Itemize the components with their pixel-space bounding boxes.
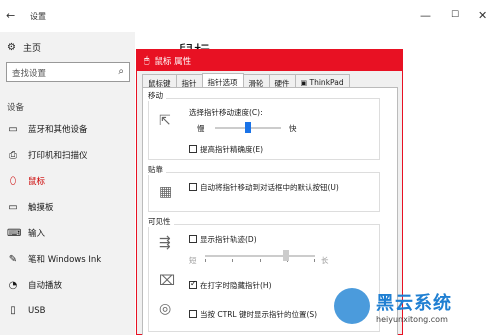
sidebar-item-printers[interactable]: ⎙ 打印机和扫描仪: [7, 149, 88, 162]
enhance-precision-checkbox[interactable]: [189, 145, 197, 153]
snap-to-label: 自动将指针移动到对话框中的默认按钮(U): [200, 183, 339, 192]
snap-to-option[interactable]: 自动将指针移动到对话框中的默认按钮(U): [189, 182, 339, 193]
show-location-option[interactable]: 当按 CTRL 键时显示指针的位置(S): [189, 309, 317, 320]
speed-label: 选择指针移动速度(C):: [189, 108, 263, 117]
pointer-trails-option[interactable]: 显示指针轨迹(D): [189, 234, 257, 245]
show-location-checkbox[interactable]: [189, 310, 197, 318]
visibility-group-label: 可见性: [148, 216, 174, 227]
watermark-url: heiyunxitong.com: [376, 314, 448, 324]
sidebar-item-autoplay[interactable]: ◔ 自动播放: [7, 279, 63, 292]
bluetooth-devices-icon: ▭: [8, 123, 18, 135]
short-label: 短: [189, 256, 197, 265]
usb-icon: ▯: [10, 305, 16, 316]
search-placeholder: 查找设置: [12, 69, 47, 79]
slow-label: 慢: [197, 124, 205, 133]
keyboard-icon: ⌨: [7, 227, 22, 239]
back-icon[interactable]: ←: [6, 9, 15, 22]
autoplay-icon: ◔: [8, 279, 18, 291]
section-label-devices: 设备: [7, 103, 25, 113]
show-location-icon: ◎: [159, 301, 172, 317]
maximize-button[interactable]: ☐: [451, 10, 459, 20]
show-location-label: 当按 CTRL 键时显示指针的位置(S): [200, 310, 318, 319]
pointer-trails-checkbox[interactable]: [189, 235, 197, 243]
dialog-title: 鼠标 属性: [154, 56, 192, 67]
slider-tick: [314, 259, 315, 262]
slider-thumb[interactable]: [283, 250, 289, 261]
touchpad-icon: ▭: [8, 201, 18, 213]
sidebar-item-mouse[interactable]: ⬯ 鼠标: [7, 175, 46, 188]
pointer-trails-slider[interactable]: [205, 250, 315, 262]
sidebar-item-label: 自动播放: [28, 281, 63, 291]
motion-group: 移动 ⇱ 选择指针移动速度(C): 慢 快 提高指针精确度(E): [148, 90, 380, 160]
hide-pointer-icon: ⌧: [159, 273, 176, 289]
tab-thinkpad-label: ThinkPad: [309, 78, 344, 87]
settings-sidebar: ⚙ 主页 查找设置 ⌕ 设备 ▭ 蓝牙和其他设备 ⎙ 打印机和扫描仪 ⬯ 鼠标 …: [0, 32, 135, 335]
gear-icon: ⚙: [7, 42, 16, 53]
pointer-speed-icon: ⇱: [159, 113, 171, 129]
watermark-brand: 黑云系统: [376, 292, 452, 314]
sidebar-item-label: USB: [28, 305, 46, 316]
sidebar-item-pen[interactable]: ✎ 笔和 Windows Ink: [7, 253, 102, 266]
mouse-icon: 🖱: [144, 55, 150, 66]
window-title: 设置: [30, 12, 46, 21]
sidebar-item-label: 触摸板: [28, 203, 54, 213]
hide-while-typing-option[interactable]: 在打字时隐藏指针(H): [189, 279, 272, 291]
sidebar-item-usb[interactable]: ▯ USB: [7, 305, 45, 316]
watermark: 黑云系统 heiyunxitong.com: [334, 288, 452, 324]
slider-tick: [260, 259, 261, 262]
pen-icon: ✎: [8, 253, 18, 265]
sidebar-item-label: 鼠标: [28, 177, 46, 187]
slider-tick: [232, 259, 233, 262]
long-label: 长: [321, 256, 329, 265]
snap-group-label: 贴靠: [148, 164, 166, 175]
mouse-icon: ⬯: [9, 175, 17, 187]
pointer-speed-slider[interactable]: [215, 122, 281, 133]
hide-while-typing-label: 在打字时隐藏指针(H): [200, 281, 272, 290]
hide-while-typing-checkbox[interactable]: [189, 279, 197, 289]
motion-group-label: 移动: [148, 90, 166, 101]
slider-tick: [205, 259, 206, 262]
sidebar-item-touchpad[interactable]: ▭ 触摸板: [7, 201, 54, 214]
snap-group: 贴靠 ▦ 自动将指针移动到对话框中的默认按钮(U): [148, 164, 380, 212]
sidebar-home[interactable]: ⚙ 主页: [7, 41, 41, 54]
snap-to-checkbox[interactable]: [189, 183, 197, 191]
sidebar-item-label: 蓝牙和其他设备: [28, 125, 88, 135]
sidebar-item-typing[interactable]: ⌨ 输入: [7, 227, 46, 240]
thinkpad-icon: ▣: [300, 79, 308, 87]
search-icon: ⌕: [118, 66, 124, 77]
enhance-precision-label: 提高指针精确度(E): [200, 145, 264, 154]
watermark-logo-icon: [334, 288, 370, 324]
pointer-trails-icon: ⇶: [159, 235, 171, 251]
home-label: 主页: [22, 44, 41, 54]
snap-to-icon: ▦: [159, 184, 173, 200]
dialog-titlebar[interactable]: 🖱 鼠标 属性: [137, 50, 402, 71]
fast-label: 快: [289, 124, 297, 133]
slider-track: [205, 255, 315, 257]
sidebar-item-bluetooth[interactable]: ▭ 蓝牙和其他设备: [7, 123, 88, 136]
pointer-trails-label: 显示指针轨迹(D): [200, 235, 257, 244]
minimize-button[interactable]: —: [420, 9, 431, 22]
search-input[interactable]: 查找设置 ⌕: [6, 62, 130, 82]
sidebar-item-label: 笔和 Windows Ink: [28, 255, 102, 265]
sidebar-item-label: 输入: [28, 229, 46, 239]
enhance-precision-option[interactable]: 提高指针精确度(E): [189, 144, 263, 155]
sidebar-item-label: 打印机和扫描仪: [28, 151, 88, 161]
settings-titlebar: ← 设置 — ☐ ✕: [0, 0, 492, 32]
slider-thumb[interactable]: [245, 122, 251, 133]
close-button[interactable]: ✕: [478, 9, 487, 22]
printer-icon: ⎙: [9, 149, 17, 161]
